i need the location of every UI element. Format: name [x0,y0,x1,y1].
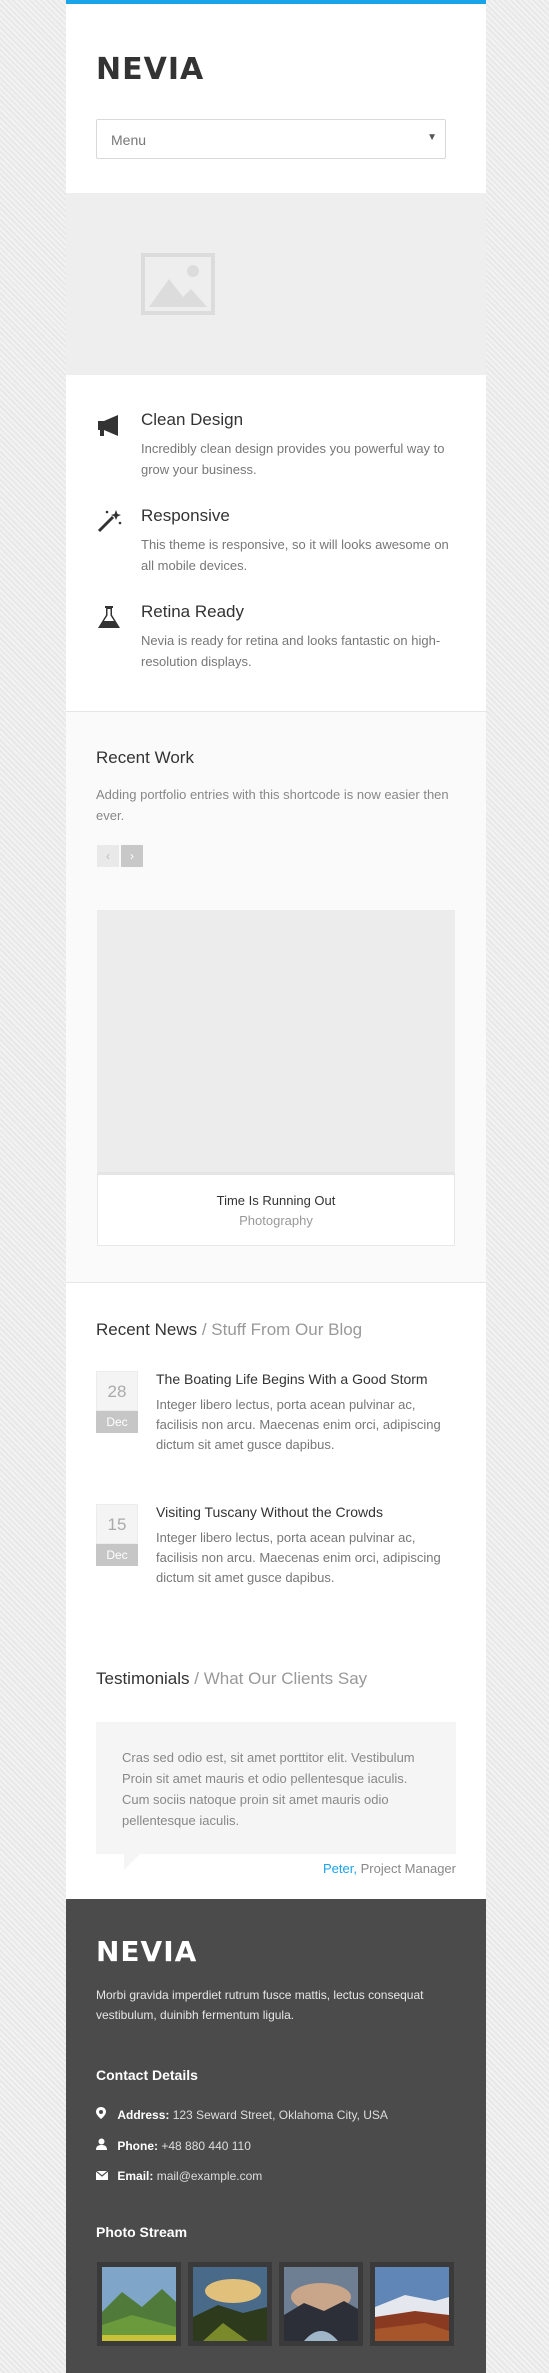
footer-logo[interactable]: NEVIA [96,1935,197,1968]
image-placeholder-icon [141,253,215,315]
contact-value: 123 Seward Street, Oklahoma City, USA [172,2108,388,2122]
page-container: NEVIA Menu ▼ Clean Design Incredibly cle… [66,0,486,2373]
contact-address: Address: 123 Seward Street, Oklahoma Cit… [96,2107,388,2122]
hero-image-placeholder [66,193,486,375]
mountain-photo-icon [102,2267,176,2341]
feature-item: Clean Design Incredibly clean design pro… [96,410,456,506]
contact-label: Address: [117,2108,170,2122]
testimonial-quote-box: Cras sed odio est, sit amet porttitor el… [96,1722,456,1854]
photo-stream-thumbnail[interactable] [370,2262,454,2346]
contact-value: +48 880 440 110 [161,2139,251,2153]
contact-details-title: Contact Details [96,2067,198,2083]
photo-stream-thumbnail[interactable] [97,2262,181,2346]
feature-item: Responsive This theme is responsive, so … [96,506,456,602]
post-date: 28 Dec [96,1371,138,1433]
feature-title: Clean Design [141,410,244,429]
feature-title: Retina Ready [141,602,245,621]
features-list: Clean Design Incredibly clean design pro… [96,410,456,698]
recent-work-section: Recent Work Adding portfolio entries wit… [66,712,486,1282]
section-description: Adding portfolio entries with this short… [96,787,449,823]
post-title[interactable]: Visiting Tuscany Without the Crowds [156,1504,383,1520]
testimonial-author: Peter, Project Manager [323,1861,456,1876]
feature-text: Incredibly clean design provides you pow… [141,441,445,477]
carousel-next-button[interactable]: › [121,845,143,867]
author-role: Project Manager [360,1861,456,1876]
section-title: Recent Work [96,748,194,767]
person-icon [96,2138,114,2153]
photo-stream-thumbnail[interactable] [188,2262,272,2346]
photo-stream-title: Photo Stream [96,2224,188,2240]
magic-wand-icon [97,510,122,533]
testimonials-title: Testimonials [96,1669,190,1688]
recent-news-title: Recent News [96,1320,198,1339]
flask-icon [98,606,120,628]
menu-select[interactable]: Menu ▼ [96,119,446,159]
envelope-icon [95,2169,114,2183]
footer-about: Morbi gravida imperdiet rutrum fusce mat… [96,1988,424,2022]
section-divider [66,1282,486,1283]
portfolio-category: Photography [239,1213,313,1228]
portfolio-image[interactable] [97,910,455,1172]
author-name[interactable]: Peter, [323,1861,357,1876]
contact-phone: Phone: +48 880 440 110 [96,2138,251,2153]
megaphone-icon [98,415,118,436]
top-accent-bar [66,0,486,4]
carousel-prev-button[interactable]: ‹ [97,845,119,867]
testimonial-quote: Cras sed odio est, sit amet porttitor el… [122,1750,415,1828]
contact-label: Email: [117,2169,154,2183]
testimonials-subtitle: / What Our Clients Say [194,1669,368,1688]
dropdown-arrow-icon: ▼ [427,132,437,143]
quote-tail [124,1854,140,1870]
portfolio-caption[interactable]: Time Is Running Out Photography [97,1172,455,1246]
feature-text: Nevia is ready for retina and looks fant… [141,633,441,669]
post-month: Dec [96,1544,138,1566]
menu-select-label: Menu [111,132,147,148]
post-excerpt: Integer libero lectus, porta acean pulvi… [156,1530,441,1585]
testimonials-heading: Testimonials / What Our Clients Say [96,1669,367,1689]
feature-text: This theme is responsive, so it will loo… [141,537,449,573]
post-date: 15 Dec [96,1504,138,1566]
hills-photo-icon [375,2267,449,2341]
post-day: 15 [96,1504,138,1544]
location-pin-icon [96,2107,114,2122]
post-day: 28 [96,1371,138,1411]
post-title[interactable]: The Boating Life Begins With a Good Stor… [156,1371,428,1387]
feature-item: Retina Ready Nevia is ready for retina a… [96,602,456,698]
sunset-photo-icon [284,2267,358,2341]
recent-news-heading: Recent News / Stuff From Our Blog [96,1320,362,1340]
post-excerpt: Integer libero lectus, porta acean pulvi… [156,1397,441,1452]
contact-value[interactable]: mail@example.com [157,2169,263,2183]
portfolio-title[interactable]: Time Is Running Out [98,1193,454,1208]
landscape-photo-icon [193,2267,267,2341]
recent-news-subtitle: / Stuff From Our Blog [201,1320,363,1339]
photo-stream-thumbnail[interactable] [279,2262,363,2346]
contact-label: Phone: [117,2139,159,2153]
feature-title: Responsive [141,506,230,525]
site-logo[interactable]: NEVIA [96,52,204,87]
contact-email: Email: mail@example.com [95,2169,263,2183]
post-month: Dec [96,1411,138,1433]
